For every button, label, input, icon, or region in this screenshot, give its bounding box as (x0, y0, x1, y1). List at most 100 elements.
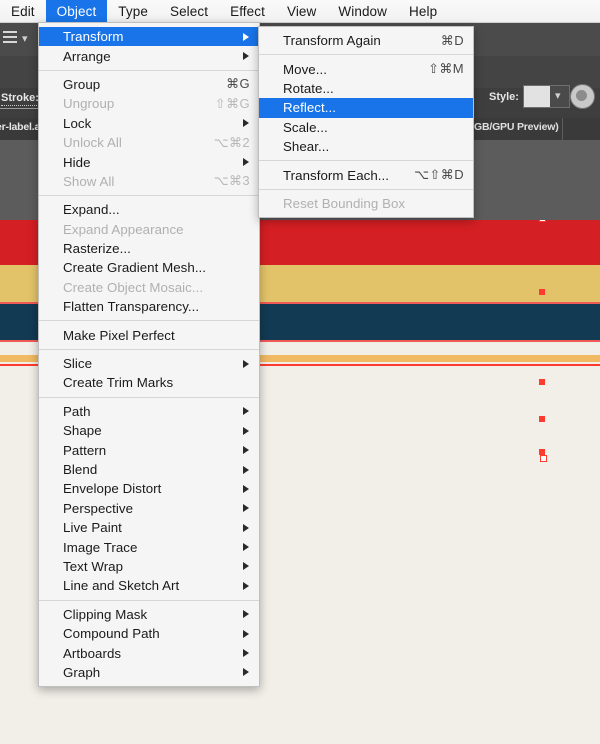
transform-menu-item-move[interactable]: Move... ⇧⌘M (259, 59, 473, 78)
menu-item-label: Scale... (283, 119, 328, 135)
menubar-item-view[interactable]: View (276, 0, 327, 22)
object-menu-item-artboards[interactable]: Artboards (39, 643, 259, 662)
object-menu-item-hide[interactable]: Hide (39, 152, 259, 171)
object-menu-item-rasterize[interactable]: Rasterize... (39, 239, 259, 258)
menubar-item-help[interactable]: Help (398, 0, 448, 22)
chevron-right-icon (243, 484, 249, 493)
menubar-item-edit[interactable]: Edit (0, 0, 46, 22)
transform-submenu-dropdown[interactable]: Transform Again ⌘D Move... ⇧⌘M Rotate... Refl… (258, 26, 474, 219)
menubar-item-select[interactable]: Select (159, 0, 219, 22)
menu-item-label: Transform (63, 29, 124, 45)
chevron-right-icon (243, 668, 249, 677)
chevron-right-icon (243, 359, 249, 368)
menu-separator (259, 54, 473, 56)
object-menu-item-transform[interactable]: Transform (39, 27, 259, 47)
chevron-down-icon[interactable]: ▾ (22, 34, 28, 45)
menubar-item-window[interactable]: Window (327, 0, 398, 22)
appearance-sphere-icon[interactable] (570, 84, 595, 109)
object-menu-item-create-gradient-mesh[interactable]: Create Gradient Mesh... (39, 258, 259, 277)
chevron-right-icon (243, 523, 249, 532)
object-menu-item-shape[interactable]: Shape (39, 421, 259, 440)
menubar-item-effect[interactable]: Effect (219, 0, 276, 22)
menu-item-label: Arrange (63, 48, 111, 64)
style-label: Style: (489, 91, 519, 103)
object-menu-item-clipping-mask[interactable]: Clipping Mask (39, 605, 259, 624)
transform-menu-item-shear[interactable]: Shear... (259, 137, 473, 156)
menu-item-label: Flatten Transparency... (63, 299, 200, 315)
object-menu-item-live-paint[interactable]: Live Paint (39, 518, 259, 537)
object-menu-item-create-object-mosaic: Create Object Mosaic... (39, 278, 259, 297)
menu-item-label: Expand... (63, 202, 120, 218)
object-menu-item-expand[interactable]: Expand... (39, 200, 259, 219)
anchor-bottom[interactable] (540, 455, 547, 462)
menu-item-shortcut: ⌥⌘2 (213, 134, 250, 150)
style-dropdown-button[interactable]: ▾ (550, 85, 570, 108)
transform-menu-item-reflect[interactable]: Reflect... (259, 98, 473, 118)
chevron-right-icon (243, 119, 249, 128)
transform-menu-item-rotate[interactable]: Rotate... (259, 79, 473, 98)
object-menu-item-image-trace[interactable]: Image Trace (39, 537, 259, 556)
document-tab-label[interactable]: er-label.a (0, 121, 40, 133)
menu-item-label: Reset Bounding Box (283, 195, 406, 211)
chevron-right-icon (243, 32, 249, 41)
object-menu-item-make-pixel-perfect[interactable]: Make Pixel Perfect (39, 325, 259, 344)
chevron-down-icon: ▾ (555, 90, 561, 102)
menu-separator (259, 188, 473, 190)
hamburger-icon[interactable] (3, 31, 17, 43)
menu-item-label: Show All (63, 173, 115, 189)
menu-item-shortcut: ⇧⌘M (428, 61, 464, 77)
menubar-item-type[interactable]: Type (107, 0, 159, 22)
menu-item-label: Create Trim Marks (63, 375, 174, 391)
object-menu-item-compound-path[interactable]: Compound Path (39, 624, 259, 643)
object-menu-item-graph[interactable]: Graph (39, 663, 259, 682)
object-menu-item-path[interactable]: Path (39, 402, 259, 421)
menu-separator (39, 320, 259, 322)
menu-item-label: Slice (63, 356, 93, 372)
menu-item-shortcut: ⌥⇧⌘D (414, 167, 464, 183)
object-menu-item-envelope-distort[interactable]: Envelope Distort (39, 479, 259, 498)
transform-menu-item-transform-again[interactable]: Transform Again ⌘D (259, 31, 473, 50)
object-menu-item-slice[interactable]: Slice (39, 354, 259, 373)
menu-item-label: Rasterize... (63, 241, 131, 257)
object-menu-item-flatten-transparency[interactable]: Flatten Transparency... (39, 297, 259, 316)
menu-separator (39, 348, 259, 350)
menu-item-label: Expand Appearance (63, 221, 184, 237)
menubar-item-object[interactable]: Object (45, 0, 108, 22)
object-menu-item-show-all: Show All ⌥⌘3 (39, 172, 259, 191)
object-menu-item-lock[interactable]: Lock (39, 114, 259, 133)
chevron-right-icon (243, 407, 249, 416)
menu-item-label: Text Wrap (63, 558, 124, 574)
object-menu-item-group[interactable]: Group ⌘G (39, 75, 259, 94)
menu-item-shortcut: ⌘D (440, 32, 464, 48)
object-menu-item-arrange[interactable]: Arrange (39, 46, 259, 65)
object-menu-item-pattern[interactable]: Pattern (39, 440, 259, 459)
object-menu-item-unlock-all: Unlock All ⌥⌘2 (39, 133, 259, 152)
transform-menu-item-transform-each[interactable]: Transform Each... ⌥⇧⌘D (259, 165, 473, 184)
menu-bar[interactable]: Edit Object Type Select Effect View Window Help (0, 0, 600, 23)
object-menu-item-line-and-sketch-art[interactable]: Line and Sketch Art (39, 576, 259, 595)
chevron-right-icon (243, 52, 249, 61)
object-menu-dropdown[interactable]: Transform Arrange Group ⌘G Ungroup ⇧⌘G Lock Unl… (38, 22, 260, 688)
tabbar-divider (562, 118, 563, 140)
stroke-value-underline (1, 105, 43, 106)
menu-item-label: Clipping Mask (63, 606, 148, 622)
anchor-gold[interactable] (539, 379, 545, 385)
menu-item-shortcut: ⇧⌘G (214, 95, 250, 111)
menu-item-label: Artboards (63, 645, 122, 661)
anchor-navy[interactable] (539, 416, 545, 422)
chevron-right-icon (243, 426, 249, 435)
menu-separator (39, 396, 259, 398)
chevron-right-icon (243, 562, 249, 571)
object-menu-item-text-wrap[interactable]: Text Wrap (39, 557, 259, 576)
menu-item-label: Transform Again (283, 33, 381, 49)
transform-menu-item-scale[interactable]: Scale... (259, 118, 473, 137)
style-swatch[interactable] (523, 85, 552, 108)
anchor-mid[interactable] (539, 289, 545, 295)
object-menu-item-create-trim-marks[interactable]: Create Trim Marks (39, 373, 259, 392)
menu-item-label: Rotate... (283, 80, 334, 96)
menu-item-label: Make Pixel Perfect (63, 327, 175, 343)
object-menu-item-perspective[interactable]: Perspective (39, 499, 259, 518)
object-menu-item-blend[interactable]: Blend (39, 460, 259, 479)
menu-separator (259, 160, 473, 162)
menu-item-label: Shear... (283, 139, 330, 155)
